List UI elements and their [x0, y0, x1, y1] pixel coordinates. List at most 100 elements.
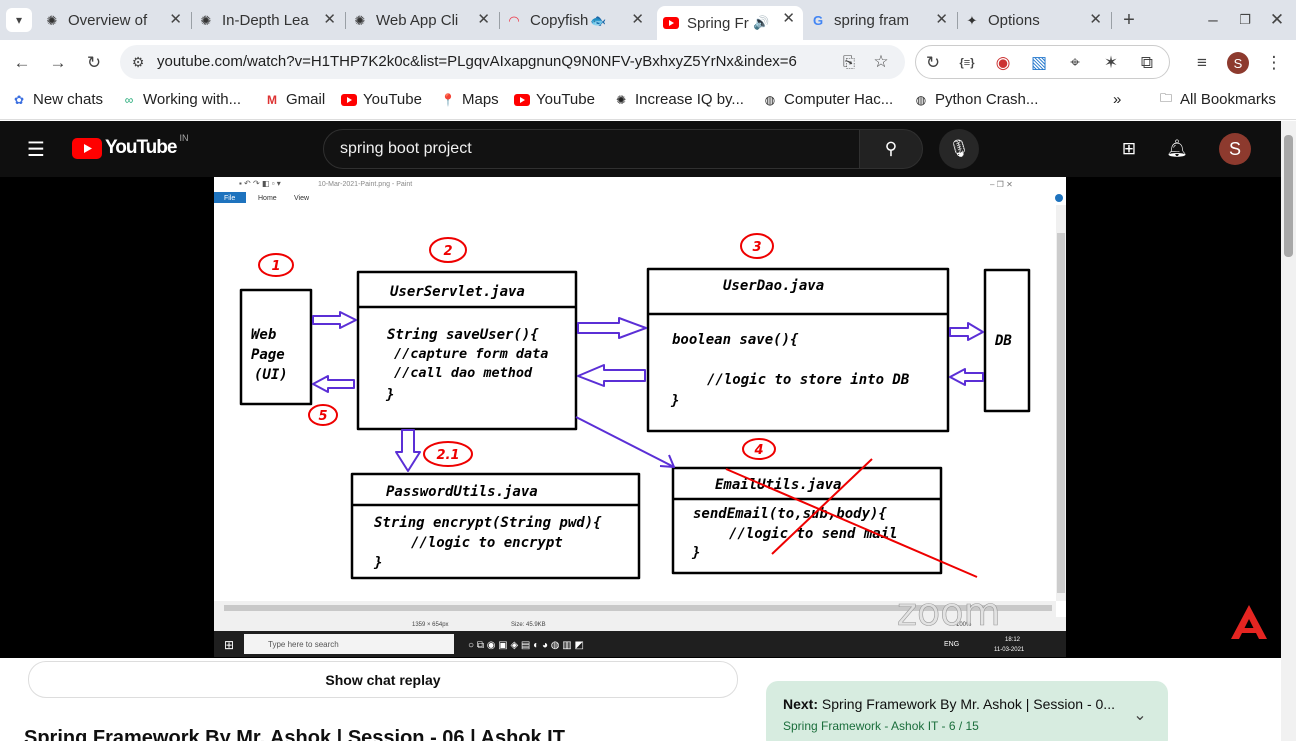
notifications-bell-icon[interactable]: 🔔︎ [1165, 137, 1189, 161]
profile-avatar[interactable]: S [1227, 52, 1249, 74]
youtube-logo[interactable]: YouTube IN [72, 133, 188, 159]
crop-extension-icon[interactable]: ⌖ [1064, 52, 1086, 74]
tab-search-button[interactable]: ▾ [6, 8, 32, 32]
google-icon: G [812, 13, 824, 28]
help-icon[interactable] [1055, 194, 1063, 202]
extensions-group: ↻ {≡} ◉ ▧ ⌖ ✶ ⧉ [915, 45, 1170, 79]
close-icon[interactable]: ✕ [1089, 10, 1102, 28]
youtube-icon [341, 92, 357, 108]
fish-icon: 🐟 [590, 12, 607, 28]
close-icon[interactable]: ✕ [935, 10, 948, 28]
below-video-area: Show chat replay Spring Framework By Mr.… [0, 658, 1281, 741]
paint-view-tab[interactable]: View [294, 195, 310, 202]
svg-text:Web: Web [251, 327, 276, 343]
back-icon[interactable]: ← [10, 51, 34, 75]
tab-in-depth[interactable]: ✺ In-Depth Lea ✕ [198, 7, 344, 34]
screenshot-extension-icon[interactable]: ▧ [1028, 52, 1050, 74]
svg-text:}: } [691, 545, 700, 561]
puzzle-icon: ✦ [966, 12, 978, 28]
restore-icon[interactable]: ❐ [1234, 8, 1256, 32]
openai-icon: ✺ [46, 12, 58, 28]
svg-text:5: 5 [318, 409, 327, 424]
svg-text:11-03-2021: 11-03-2021 [994, 647, 1025, 653]
close-icon[interactable]: ✕ [323, 10, 336, 28]
paint-window: 10-Mar-2021-Paint.png - Paint ▪ ↶ ↷ ◧ ▫ … [214, 177, 1066, 657]
create-video-icon[interactable]: ⊞ [1117, 137, 1141, 161]
bookmark-python-crash[interactable]: ◍ Python Crash... [913, 91, 1039, 108]
search-input[interactable]: spring boot project [323, 129, 860, 169]
bookmarks-overflow-icon[interactable]: » [1113, 91, 1121, 108]
bookmark-youtube-2[interactable]: YouTube [514, 91, 595, 108]
svg-text:UserServlet.java: UserServlet.java [390, 284, 525, 300]
close-icon[interactable]: ✕ [782, 9, 795, 27]
show-chat-replay-button[interactable]: Show chat replay [28, 661, 738, 698]
globe-icon: ◍ [764, 92, 776, 107]
install-app-icon[interactable]: ⎘ [838, 52, 860, 72]
svg-text:18:12: 18:12 [1005, 637, 1021, 643]
address-bar[interactable]: ⚙ youtube.com/watch?v=H1THP7K2k0c&list=P… [120, 45, 905, 79]
close-icon[interactable]: ✕ [477, 10, 490, 28]
svg-text://capture form data: //capture form data [394, 346, 548, 362]
link-icon: ∞ [124, 92, 134, 107]
tab-spring-google[interactable]: Gspring fram ✕ [810, 7, 956, 34]
tab-web-app[interactable]: ✺ Web App Cli ✕ [352, 7, 498, 34]
youtube-play-icon [72, 137, 102, 159]
new-tab-icon[interactable]: + [1118, 8, 1140, 32]
reload-icon[interactable]: ↻ [82, 51, 106, 75]
svg-text:2.1: 2.1 [436, 448, 459, 463]
json-extension-icon[interactable]: {≡} [956, 52, 978, 74]
forward-icon[interactable]: → [46, 51, 70, 75]
extensions-puzzle-icon[interactable]: ⧉ [1136, 52, 1158, 74]
hamburger-menu-icon[interactable]: ☰ [24, 137, 48, 161]
all-bookmarks[interactable]: 🗀 All Bookmarks [1158, 91, 1276, 108]
svg-text:}: } [670, 393, 679, 409]
window-close-icon[interactable]: ✕ [1266, 8, 1288, 32]
media-control-icon[interactable]: ≡ [1190, 51, 1214, 75]
voice-search-button[interactable]: 🎙 [939, 129, 979, 169]
svg-text:PasswordUtils.java: PasswordUtils.java [386, 484, 538, 500]
playlist-name[interactable]: Spring Framework - Ashok IT - 6 / 15 [783, 719, 979, 733]
kebab-menu-icon[interactable]: ⋮ [1264, 51, 1284, 75]
bookmark-increase-iq[interactable]: ✺ Increase IQ by... [613, 91, 744, 108]
bookmark-maps[interactable]: 📍 Maps [440, 91, 499, 108]
camera-extension-icon[interactable]: ◉ [992, 52, 1014, 74]
bookmarks-bar: ✿ New chats ∞ Working with... M Gmail YouTu… [0, 86, 1296, 120]
ninja-extension-icon[interactable]: ✶ [1100, 52, 1122, 74]
minimize-icon[interactable]: – [1202, 8, 1224, 32]
playlist-next-panel[interactable]: Next: Spring Framework By Mr. Ashok | Se… [766, 681, 1168, 741]
taskbar-app-icons[interactable]: ○ ⧉ ◉ ▣ ◈ ▤ ◐ ◕ ◍ ▥ ◩ [468, 640, 584, 651]
paint-window-controls[interactable]: – ❐ ✕ [990, 180, 1013, 189]
close-icon[interactable]: ✕ [169, 10, 182, 28]
tab-strip: ▾ ✺ Overview of ✕ ✺ In-Depth Lea ✕ ✺ Web App … [0, 0, 1296, 40]
openai-icon: ✺ [200, 12, 212, 28]
bookmark-computer-hac[interactable]: ◍ Computer Hac... [762, 91, 893, 108]
tab-spring-youtube[interactable]: Spring Fr 🔊 ✕ [657, 6, 803, 40]
account-avatar[interactable]: S [1219, 133, 1251, 165]
tab-copyfish[interactable]: ◠ Copyfish 🐟 ✕ [506, 7, 652, 34]
extension-reload-icon[interactable]: ↻ [922, 52, 944, 74]
youtube-header: ☰ YouTube IN spring boot project ⚲ 🎙 ⊞ 🔔… [0, 121, 1281, 177]
close-icon[interactable]: ✕ [631, 10, 644, 28]
chevron-down-icon[interactable]: ⌄ [1128, 703, 1152, 727]
page-scrollbar[interactable] [1281, 121, 1296, 741]
svg-text:Type here to search: Type here to search [268, 640, 339, 649]
bookmark-gmail[interactable]: M Gmail [264, 91, 325, 108]
globe-icon: ◍ [915, 92, 927, 107]
windows-start-icon[interactable]: ⊞ [224, 638, 234, 652]
bookmark-new-chats[interactable]: ✿ New chats [11, 91, 103, 108]
svg-text:Size: 45.9KB: Size: 45.9KB [511, 622, 546, 628]
svg-text:sendEmail(to,sub,body){: sendEmail(to,sub,body){ [693, 506, 887, 522]
svg-text://call dao method: //call dao method [394, 365, 533, 381]
speaker-icon[interactable]: 🔊 [753, 15, 769, 31]
tab-overview[interactable]: ✺ Overview of ✕ [44, 7, 190, 34]
bookmark-star-icon[interactable]: ☆ [870, 51, 892, 73]
site-info-icon[interactable]: ⚙ [128, 52, 148, 72]
bookmark-youtube[interactable]: YouTube [341, 91, 422, 108]
bookmark-working-with[interactable]: ∞ Working with... [121, 91, 241, 108]
svg-text:ENG: ENG [944, 641, 959, 648]
openai-icon: ✺ [354, 12, 366, 28]
tab-options[interactable]: ✦ Options ✕ [964, 7, 1110, 34]
search-button[interactable]: ⚲ [859, 129, 923, 169]
scrollbar-thumb[interactable] [1284, 135, 1293, 257]
paint-home-tab[interactable]: Home [258, 195, 277, 202]
